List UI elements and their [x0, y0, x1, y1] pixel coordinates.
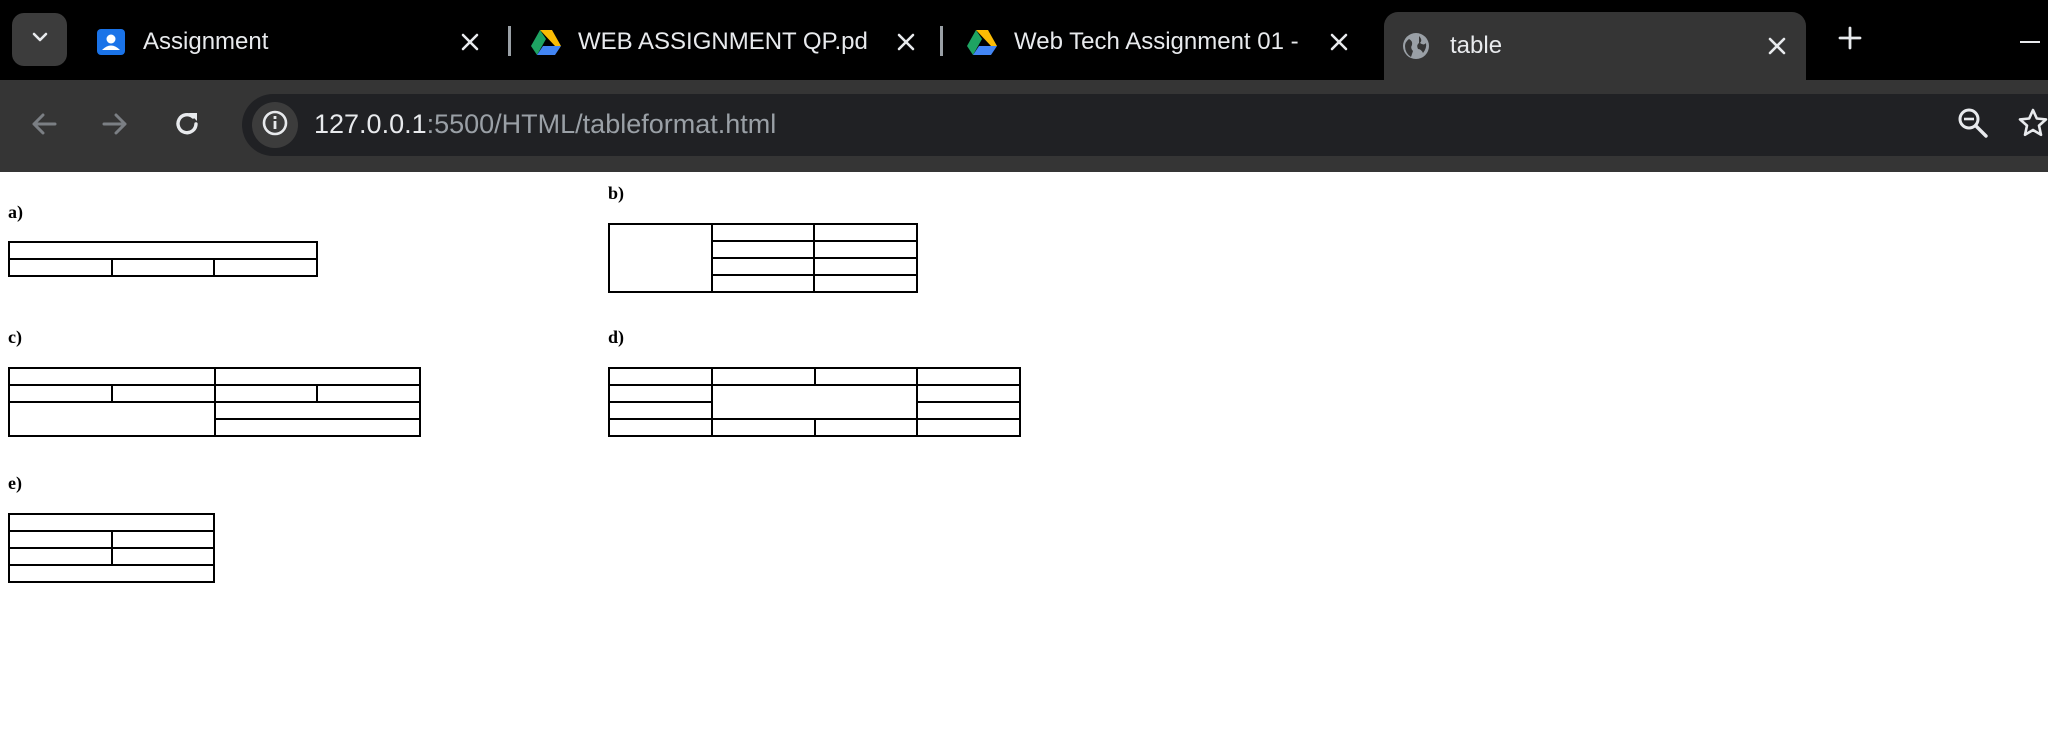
- url-path: :5500/HTML/tableformat.html: [426, 109, 777, 139]
- google-drive-icon: [530, 26, 562, 58]
- table-cell: [814, 241, 917, 258]
- chevron-down-icon: [30, 27, 50, 52]
- address-bar[interactable]: 127.0.0.1:5500/HTML/tableformat.html: [242, 94, 2048, 156]
- star-icon: [2017, 107, 2048, 144]
- minimize-button[interactable]: [2010, 20, 2048, 60]
- table-cell: [9, 385, 112, 402]
- browser-toolbar: 127.0.0.1:5500/HTML/tableformat.html: [0, 80, 2048, 172]
- table-cell: [609, 419, 712, 436]
- table-cell: [609, 402, 712, 419]
- table-cell: [711, 241, 815, 258]
- label-d: d): [608, 327, 625, 347]
- arrow-right-icon: [101, 110, 129, 143]
- tab-separator: [508, 26, 511, 56]
- table-cell: [609, 224, 712, 292]
- url-text[interactable]: 127.0.0.1:5500/HTML/tableformat.html: [314, 109, 776, 140]
- tab-table[interactable]: table: [1384, 12, 1806, 80]
- table-cell: [711, 258, 815, 275]
- reload-button[interactable]: [163, 102, 211, 150]
- close-icon[interactable]: [1325, 28, 1353, 56]
- table-cell: [917, 402, 1020, 419]
- table-cell: [711, 224, 815, 241]
- tab-search-button[interactable]: [12, 13, 67, 66]
- table-cell: [111, 531, 214, 548]
- table-b: [608, 223, 918, 293]
- table-cell: [317, 385, 420, 402]
- new-tab-button[interactable]: [1830, 20, 1870, 60]
- close-icon[interactable]: [1763, 32, 1791, 60]
- table-cell: [917, 368, 1020, 385]
- label-b: b): [608, 183, 625, 203]
- label-c: c): [8, 327, 22, 347]
- table-cell: [814, 368, 918, 385]
- label-e: e): [8, 473, 22, 493]
- table-cell: [814, 419, 918, 436]
- table-cell: [9, 242, 317, 259]
- table-cell: [711, 275, 815, 292]
- classroom-icon: [95, 26, 127, 58]
- table-cell: [609, 368, 712, 385]
- table-cell: [9, 514, 214, 531]
- site-info-button[interactable]: [252, 102, 298, 148]
- back-button[interactable]: [20, 102, 68, 150]
- table-cell: [711, 419, 815, 436]
- zoom-out-icon: [1957, 107, 1989, 144]
- table-cell: [9, 548, 112, 565]
- table-cell: [214, 259, 317, 276]
- table-cell: [111, 259, 215, 276]
- google-drive-icon: [966, 26, 998, 58]
- tab-strip: Assignment WEB ASSIGNMENT QP.pdf - Web T…: [0, 0, 2048, 80]
- table-cell: [609, 385, 712, 402]
- table-a: [8, 241, 318, 277]
- table-cell: [9, 259, 112, 276]
- tab-web-assignment-qp[interactable]: WEB ASSIGNMENT QP.pdf -: [518, 12, 938, 72]
- table-cell: [917, 385, 1020, 402]
- table-cell: [9, 402, 215, 436]
- url-host: 127.0.0.1: [314, 109, 427, 139]
- tab-title: WEB ASSIGNMENT QP.pdf -: [578, 28, 868, 55]
- tab-title: Web Tech Assignment 01 - (: [1014, 28, 1304, 55]
- label-a: a): [8, 202, 23, 222]
- tab-assignment[interactable]: Assignment: [80, 12, 500, 72]
- plus-icon: [1838, 26, 1862, 55]
- tab-separator: [940, 26, 943, 56]
- tab-title: Assignment: [143, 28, 269, 55]
- table-cell: [214, 419, 420, 436]
- table-cell: [711, 368, 815, 385]
- bookmark-button[interactable]: [2012, 104, 2048, 146]
- table-cell: [917, 419, 1020, 436]
- minimize-icon: [2019, 31, 2041, 49]
- close-icon[interactable]: [456, 28, 484, 56]
- table-cell: [9, 531, 112, 548]
- table-e: [8, 513, 215, 583]
- reload-icon: [172, 109, 202, 144]
- zoom-button[interactable]: [1952, 104, 1994, 146]
- table-c: [8, 367, 421, 437]
- table-cell: [214, 385, 318, 402]
- table-cell: [111, 385, 215, 402]
- info-icon: [261, 109, 289, 142]
- close-icon[interactable]: [892, 28, 920, 56]
- table-cell: [9, 368, 215, 385]
- table-cell: [9, 565, 214, 582]
- globe-icon: [1400, 30, 1432, 62]
- tab-title: table: [1450, 32, 1503, 59]
- arrow-left-icon: [30, 110, 58, 143]
- table-cell: [814, 275, 917, 292]
- table-cell: [711, 385, 918, 419]
- table-cell: [814, 258, 917, 275]
- tab-web-tech-assignment[interactable]: Web Tech Assignment 01 - (: [950, 12, 1370, 72]
- table-cell: [214, 368, 420, 385]
- table-cell: [814, 224, 917, 241]
- page-content: a) b) c) d) e): [0, 172, 2048, 742]
- table-cell: [214, 402, 420, 419]
- table-d: [608, 367, 1021, 437]
- table-cell: [111, 548, 214, 565]
- forward-button[interactable]: [91, 102, 139, 150]
